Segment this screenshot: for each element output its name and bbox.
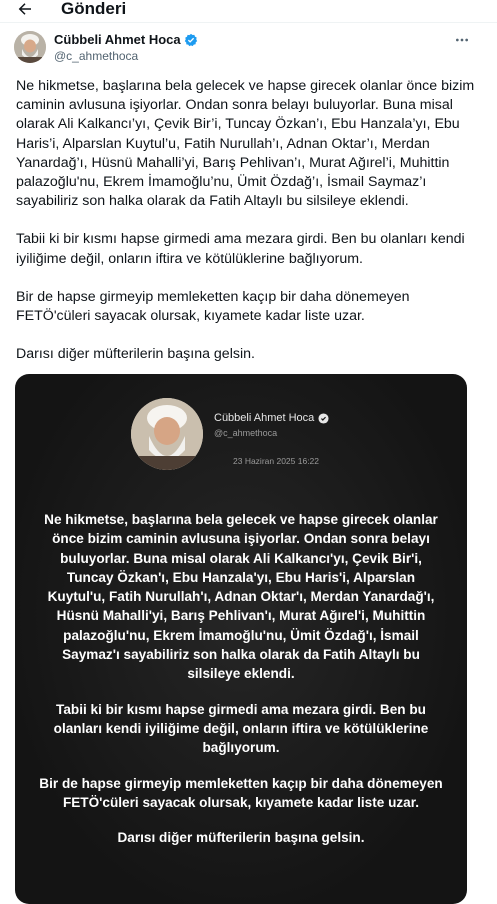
card-author-name: Cübbeli Ahmet Hoca — [214, 412, 329, 424]
verified-badge-icon — [184, 33, 197, 47]
card-date: 23 Haziran 2025 16:22 — [233, 456, 320, 466]
author-handle[interactable]: @c_ahmethoca — [54, 49, 138, 64]
tweet-paragraph: Tabii ki bir kısmı hapse girmedi ama mez… — [16, 231, 465, 267]
avatar[interactable] — [14, 31, 46, 63]
more-button[interactable] — [452, 30, 472, 50]
card-text: Ne hikmetse, başlarına bela gelecek ve h… — [37, 510, 445, 863]
back-button[interactable] — [14, 0, 36, 20]
card-paragraph: Darısı diğer müfterilerin başına gelsin. — [117, 830, 365, 846]
card-paragraph: Ne hikmetse, başlarına bela gelecek ve h… — [44, 512, 438, 682]
author-name-text: Cübbeli Ahmet Hoca — [54, 32, 181, 47]
card-avatar — [131, 398, 203, 470]
tweet-text: Ne hikmetse, başlarına bela gelecek ve h… — [16, 77, 482, 383]
top-bar: Gönderi — [0, 0, 497, 22]
tweet-paragraph: Bir de hapse girmeyip memleketten kaçıp … — [16, 288, 410, 325]
card-author-handle: @c_ahmethoca — [214, 428, 278, 438]
page-title: Gönderi — [61, 0, 127, 18]
tweet-paragraph: Ne hikmetse, başlarına bela gelecek ve h… — [16, 78, 475, 210]
tweet-media-image[interactable]: Cübbeli Ahmet Hoca @c_ahmethoca 23 Hazir… — [15, 374, 467, 904]
more-horizontal-icon — [456, 38, 468, 42]
arrow-left-icon — [18, 3, 31, 15]
card-paragraph: Bir de hapse girmeyip memleketten kaçıp … — [39, 775, 443, 810]
verified-badge-icon — [318, 412, 329, 424]
card-paragraph: Tabii ki bir kısmı hapse girmedi ama mez… — [53, 701, 429, 756]
author-name[interactable]: Cübbeli Ahmet Hoca — [54, 32, 198, 48]
card-author-name-text: Cübbeli Ahmet Hoca — [214, 412, 315, 424]
header-divider — [0, 22, 497, 23]
tweet-paragraph: Darısı diğer müfterilerin başına gelsin. — [16, 346, 255, 363]
